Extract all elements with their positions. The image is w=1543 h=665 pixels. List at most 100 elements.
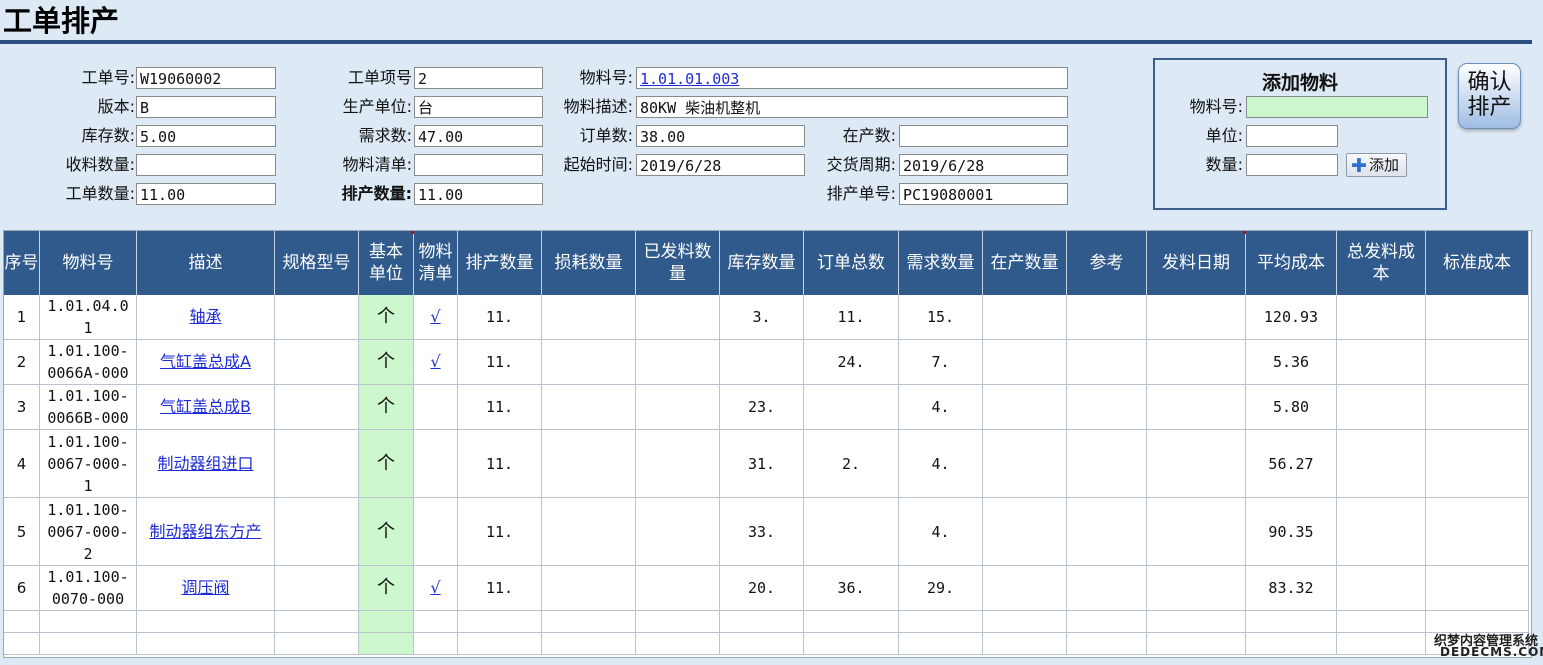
bom-link[interactable]: √ bbox=[430, 351, 440, 373]
cell-bom[interactable]: √ bbox=[414, 566, 458, 611]
column-header-loss-qty[interactable]: 损耗数量 bbox=[542, 231, 636, 295]
empty-cell[interactable] bbox=[542, 633, 636, 655]
add-unit-field[interactable] bbox=[1246, 125, 1338, 147]
empty-cell[interactable] bbox=[275, 633, 359, 655]
cell-loss-qty[interactable] bbox=[542, 385, 636, 430]
empty-cell[interactable] bbox=[359, 611, 414, 633]
cell-seq[interactable]: 3 bbox=[4, 385, 40, 430]
cell-seq[interactable]: 1 bbox=[4, 295, 40, 340]
cell-inprod-qty[interactable] bbox=[983, 295, 1067, 340]
column-header-std-cost[interactable]: 标准成本 bbox=[1426, 231, 1529, 295]
cell-sched-qty[interactable]: 11. bbox=[458, 295, 542, 340]
cell-bom[interactable]: √ bbox=[414, 340, 458, 385]
cell-std-cost[interactable] bbox=[1426, 566, 1529, 611]
cell-sched-qty[interactable]: 11. bbox=[458, 385, 542, 430]
cell-order-total[interactable] bbox=[804, 498, 899, 566]
empty-cell[interactable] bbox=[636, 633, 720, 655]
empty-cell[interactable] bbox=[359, 633, 414, 655]
column-header-sched-qty[interactable]: 排产数量 bbox=[458, 231, 542, 295]
cell-spec[interactable] bbox=[275, 385, 359, 430]
cell-loss-qty[interactable] bbox=[542, 498, 636, 566]
empty-cell[interactable] bbox=[414, 633, 458, 655]
cell-std-cost[interactable] bbox=[1426, 385, 1529, 430]
empty-cell[interactable] bbox=[983, 611, 1067, 633]
cell-inprod-qty[interactable] bbox=[983, 566, 1067, 611]
cell-material-no[interactable]: 1.01.100-0067-000-1 bbox=[40, 430, 137, 498]
cell-issued-qty[interactable] bbox=[636, 566, 720, 611]
cell-std-cost[interactable] bbox=[1426, 340, 1529, 385]
cell-seq[interactable]: 6 bbox=[4, 566, 40, 611]
cell-bom[interactable] bbox=[414, 430, 458, 498]
cell-unit[interactable]: 个 bbox=[359, 498, 414, 566]
work-order-no-field[interactable]: W19060002 bbox=[136, 67, 276, 89]
empty-cell[interactable] bbox=[1067, 611, 1147, 633]
item-no-field[interactable]: 2 bbox=[414, 67, 543, 89]
cell-stock-qty[interactable]: 3. bbox=[720, 295, 804, 340]
cell-demand-qty[interactable]: 29. bbox=[899, 566, 983, 611]
in-production-field[interactable] bbox=[899, 125, 1068, 147]
empty-cell[interactable] bbox=[275, 611, 359, 633]
cell-unit[interactable]: 个 bbox=[359, 430, 414, 498]
cell-spec[interactable] bbox=[275, 430, 359, 498]
cell-total-issue-cost[interactable] bbox=[1337, 498, 1426, 566]
cell-std-cost[interactable] bbox=[1426, 295, 1529, 340]
cell-sched-qty[interactable]: 11. bbox=[458, 566, 542, 611]
cell-inprod-qty[interactable] bbox=[983, 385, 1067, 430]
cell-order-total[interactable]: 11. bbox=[804, 295, 899, 340]
cell-total-issue-cost[interactable] bbox=[1337, 566, 1426, 611]
prod-unit-field[interactable]: 台 bbox=[414, 96, 543, 118]
cell-order-total[interactable]: 2. bbox=[804, 430, 899, 498]
desc-link[interactable]: 制动器组东方产 bbox=[149, 521, 261, 543]
cell-issued-qty[interactable] bbox=[636, 295, 720, 340]
cell-issue-date[interactable] bbox=[1147, 385, 1246, 430]
cell-std-cost[interactable] bbox=[1426, 430, 1529, 498]
cell-desc[interactable]: 气缸盖总成B bbox=[137, 385, 275, 430]
cell-seq[interactable]: 4 bbox=[4, 430, 40, 498]
empty-cell[interactable] bbox=[458, 633, 542, 655]
cell-stock-qty[interactable] bbox=[720, 340, 804, 385]
column-header-order-total[interactable]: 订单总数 bbox=[804, 231, 899, 295]
cell-issued-qty[interactable] bbox=[636, 385, 720, 430]
empty-cell[interactable] bbox=[4, 611, 40, 633]
cell-inprod-qty[interactable] bbox=[983, 430, 1067, 498]
column-header-unit[interactable]: 基本单位 bbox=[359, 231, 414, 295]
empty-cell[interactable] bbox=[720, 611, 804, 633]
cell-material-no[interactable]: 1.01.04.01 bbox=[40, 295, 137, 340]
empty-cell[interactable] bbox=[1337, 611, 1426, 633]
cell-issue-date[interactable] bbox=[1147, 295, 1246, 340]
schedule-no-field[interactable]: PC19080001 bbox=[899, 183, 1068, 205]
cell-material-no[interactable]: 1.01.100-0066A-000 bbox=[40, 340, 137, 385]
cell-loss-qty[interactable] bbox=[542, 340, 636, 385]
cell-stock-qty[interactable]: 31. bbox=[720, 430, 804, 498]
column-header-seq[interactable]: 序号 bbox=[4, 231, 40, 295]
cell-loss-qty[interactable] bbox=[542, 430, 636, 498]
cell-seq[interactable]: 2 bbox=[4, 340, 40, 385]
cell-issue-date[interactable] bbox=[1147, 430, 1246, 498]
cell-demand-qty[interactable]: 15. bbox=[899, 295, 983, 340]
column-header-stock-qty[interactable]: 库存数量 bbox=[720, 231, 804, 295]
cell-ref[interactable] bbox=[1067, 430, 1147, 498]
order-qty-field[interactable]: 38.00 bbox=[636, 125, 805, 147]
add-button[interactable]: ✚ 添加 bbox=[1346, 153, 1407, 177]
cell-material-no[interactable]: 1.01.100-0067-000-2 bbox=[40, 498, 137, 566]
cell-order-total[interactable]: 36. bbox=[804, 566, 899, 611]
cell-total-issue-cost[interactable] bbox=[1337, 385, 1426, 430]
cell-bom[interactable]: √ bbox=[414, 295, 458, 340]
cell-issue-date[interactable] bbox=[1147, 340, 1246, 385]
work-order-qty-field[interactable]: 11.00 bbox=[136, 183, 276, 205]
empty-cell[interactable] bbox=[636, 611, 720, 633]
cell-total-issue-cost[interactable] bbox=[1337, 295, 1426, 340]
cell-demand-qty[interactable]: 4. bbox=[899, 498, 983, 566]
cell-order-total[interactable]: 24. bbox=[804, 340, 899, 385]
cell-loss-qty[interactable] bbox=[542, 295, 636, 340]
cell-issued-qty[interactable] bbox=[636, 430, 720, 498]
column-header-spec[interactable]: 规格型号 bbox=[275, 231, 359, 295]
cell-desc[interactable]: 调压阀 bbox=[137, 566, 275, 611]
cell-issue-date[interactable] bbox=[1147, 566, 1246, 611]
cell-loss-qty[interactable] bbox=[542, 566, 636, 611]
cell-order-total[interactable] bbox=[804, 385, 899, 430]
cell-spec[interactable] bbox=[275, 566, 359, 611]
cell-issued-qty[interactable] bbox=[636, 340, 720, 385]
demand-qty-field[interactable]: 47.00 bbox=[414, 125, 543, 147]
desc-link[interactable]: 轴承 bbox=[189, 306, 221, 328]
